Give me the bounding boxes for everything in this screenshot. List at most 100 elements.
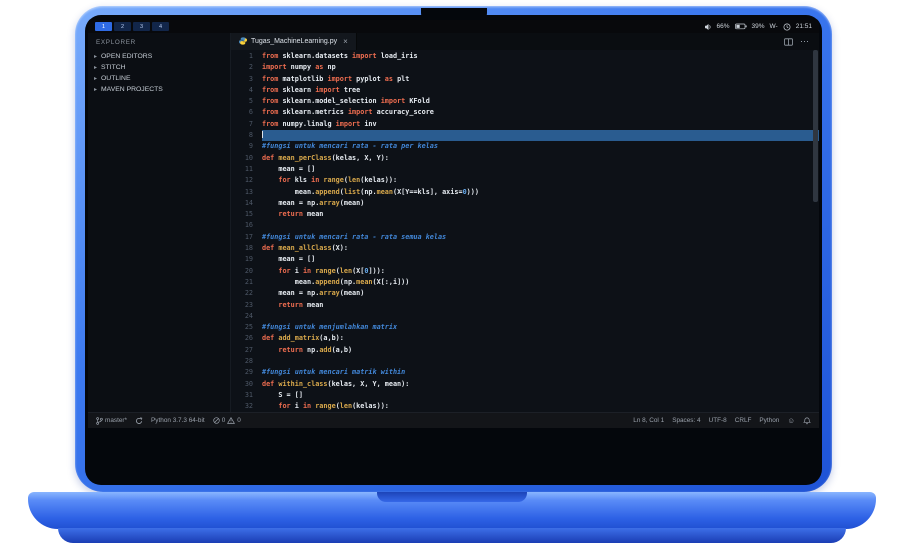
git-branch-icon	[96, 416, 103, 425]
sidebar-item-open-editors[interactable]: ▸ OPEN EDITORS	[88, 51, 230, 62]
code-line[interactable]: 7 from numpy.linalg import inv	[231, 119, 819, 130]
code-line[interactable]: 14 mean = np.array(mean)	[231, 198, 819, 209]
code-line[interactable]: 25 #fungsi untuk menjumlahkan matrix	[231, 322, 819, 333]
trackpad-recess	[377, 492, 527, 502]
code-line[interactable]: 28	[231, 356, 819, 367]
notifications-bell-icon[interactable]	[803, 417, 811, 425]
code-lines: 1 from sklearn.datasets import load_iris 2…	[231, 51, 819, 412]
code-line[interactable]: 30 def within_class(kelas, X, Y, mean):	[231, 379, 819, 390]
eol-setting[interactable]: CRLF	[735, 417, 752, 424]
language-mode[interactable]: Python	[759, 417, 779, 424]
interpreter-label: Python 3.7.3 64-bit	[151, 417, 205, 424]
code-line[interactable]: 17 #fungsi untuk mencari rata - rata semu…	[231, 232, 819, 243]
system-tray: 66% 39% W- 21:51	[704, 23, 812, 31]
code-line-text: return mean	[278, 210, 324, 219]
sidebar-item-label: STITCH	[101, 64, 126, 71]
code-line[interactable]: 12 for kls in range(len(kelas)):	[231, 175, 819, 186]
laptop-screen-bezel: 1 2 3 4 66% 39% W- 21:51 EXPLORER ▸ OPEN…	[75, 6, 832, 492]
editor-scrollbar[interactable]	[813, 50, 818, 202]
indentation-setting[interactable]: Spaces: 4	[672, 417, 700, 424]
code-line[interactable]: 5 from sklearn.model_selection import KFo…	[231, 96, 819, 107]
code-line-text: from sklearn.model_selection import KFol…	[262, 97, 430, 106]
code-line-text: from sklearn.datasets import load_iris	[262, 52, 418, 60]
editor-group: Tugas_MachineLearning.py × ⋯ 1 from skle…	[231, 33, 819, 412]
line-number: 25	[244, 323, 253, 332]
code-area[interactable]: 1 from sklearn.datasets import load_iris 2…	[231, 50, 819, 412]
code-line[interactable]: 6 from sklearn.metrics import accuracy_sc…	[231, 107, 819, 118]
chevron-right-icon: ▸	[94, 86, 98, 93]
code-line-text: #fungsi untuk menjumlahkan matrix	[262, 323, 398, 332]
code-line[interactable]: 31 S = []	[231, 390, 819, 401]
code-line[interactable]: 11 mean = []	[231, 164, 819, 175]
code-line[interactable]: 32 for i in range(len(kelas)):	[231, 401, 819, 412]
code-line-text: import numpy as np	[262, 63, 336, 72]
code-line[interactable]: 8	[231, 130, 819, 142]
sidebar-item-stitch[interactable]: ▸ STITCH	[88, 62, 230, 73]
code-line-text: S = []	[262, 390, 303, 399]
code-line-text: mean = []	[262, 255, 316, 264]
laptop-keyboard-base	[28, 492, 876, 529]
code-line-text: def mean_allClass(X):	[262, 244, 348, 253]
line-number: 23	[244, 300, 253, 309]
code-line[interactable]: 29 #fungsi untuk mencari matrik within	[231, 367, 819, 378]
line-number: 24	[244, 311, 253, 320]
split-editor-icon[interactable]	[784, 33, 793, 51]
encoding-setting[interactable]: UTF-8	[709, 417, 727, 424]
python-file-icon	[239, 36, 247, 47]
feedback-smiley-icon[interactable]: ☺	[787, 417, 795, 425]
tab-tugas-machinelearning[interactable]: Tugas_MachineLearning.py ×	[231, 33, 357, 50]
sidebar-item-maven-projects[interactable]: ▸ MAVEN PROJECTS	[88, 84, 230, 95]
chevron-right-icon: ▸	[94, 64, 98, 71]
code-line[interactable]: 24	[231, 311, 819, 322]
sidebar-item-outline[interactable]: ▸ OUTLINE	[88, 73, 230, 84]
clock-icon	[783, 23, 791, 31]
git-branch-status[interactable]: master*	[96, 416, 127, 425]
more-actions-icon[interactable]: ⋯	[800, 37, 810, 46]
sync-status[interactable]	[135, 416, 143, 425]
workspace-tab-1[interactable]: 1	[95, 22, 112, 31]
workspace-tab-4[interactable]: 4	[152, 22, 169, 31]
code-line-text: mean = np.array(mean)	[262, 289, 365, 298]
code-line[interactable]: 27 return np.add(a,b)	[231, 345, 819, 356]
line-number: 12	[244, 176, 253, 185]
code-line[interactable]: 9 #fungsi untuk mencari rata - rata per k…	[231, 141, 819, 152]
code-line[interactable]: 18 def mean_allClass(X):	[231, 243, 819, 254]
python-interpreter-status[interactable]: Python 3.7.3 64-bit	[151, 417, 205, 424]
sidebar-item-label: MAVEN PROJECTS	[101, 86, 163, 93]
status-bar: master* Python 3.7.3 64-bit 0 0 Ln 8, Co…	[88, 412, 819, 428]
code-line-text: mean.append(list(np.mean(X[Y==kls], axis…	[262, 187, 479, 196]
sync-icon	[135, 416, 143, 425]
screen-panel: 1 2 3 4 66% 39% W- 21:51 EXPLORER ▸ OPEN…	[85, 15, 822, 485]
code-line[interactable]: 19 mean = []	[231, 254, 819, 265]
code-line[interactable]: 1 from sklearn.datasets import load_iris	[231, 51, 819, 62]
code-line[interactable]: 22 mean = np.array(mean)	[231, 288, 819, 299]
code-line[interactable]: 16	[231, 220, 819, 231]
battery-level: 39%	[751, 23, 765, 30]
workspace-tab-3[interactable]: 3	[133, 22, 150, 31]
code-line[interactable]: 2 import numpy as np	[231, 62, 819, 73]
code-line[interactable]: 10 def mean_perClass(kelas, X, Y):	[231, 153, 819, 164]
code-line[interactable]: 13 mean.append(list(np.mean(X[Y==kls], a…	[231, 187, 819, 198]
line-number: 5	[248, 97, 253, 106]
line-number: 2	[248, 63, 253, 72]
code-line[interactable]: 21 mean.append(np.mean(X[:,i]))	[231, 277, 819, 288]
status-bar-left: master* Python 3.7.3 64-bit 0 0	[96, 416, 241, 425]
workspace-tab-2[interactable]: 2	[114, 22, 131, 31]
code-line[interactable]: 26 def add_matrix(a,b):	[231, 333, 819, 344]
cursor-position[interactable]: Ln 8, Col 1	[633, 417, 664, 424]
code-line[interactable]: 20 for i in range(len(X[0])):	[231, 266, 819, 277]
line-number: 32	[244, 402, 253, 411]
code-line[interactable]: 15 return mean	[231, 209, 819, 220]
code-line-text: mean.append(np.mean(X[:,i]))	[262, 277, 410, 286]
line-number: 6	[248, 108, 253, 117]
problems-status[interactable]: 0 0	[213, 417, 241, 424]
code-line[interactable]: 3 from matplotlib import pyplot as plt	[231, 74, 819, 85]
warning-icon	[227, 417, 236, 424]
code-line[interactable]: 4 from sklearn import tree	[231, 85, 819, 96]
code-line[interactable]: 23 return mean	[231, 300, 819, 311]
volume-level: 66%	[716, 23, 730, 30]
main-area: EXPLORER ▸ OPEN EDITORS ▸ STITCH ▸ OUTLI…	[88, 33, 819, 412]
close-icon[interactable]: ×	[343, 37, 348, 46]
line-number: 17	[244, 232, 253, 241]
